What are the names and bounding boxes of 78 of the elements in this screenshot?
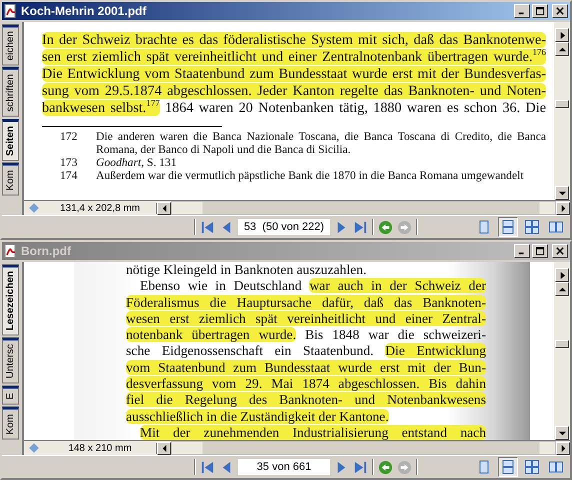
side-tab[interactable]: Seiten bbox=[2, 119, 19, 162]
close-button[interactable] bbox=[552, 4, 568, 18]
footnote-number: 174 bbox=[59, 169, 78, 182]
scroll-down-icon[interactable] bbox=[555, 186, 569, 200]
side-tab[interactable]: Kom bbox=[2, 163, 19, 196]
footnote-text: Die anderen waren die Banca Nazionale Toscana, die Banca Toscana di Credito, die Banca Romana, der Banco di Napoli und die Banca di Sicilia. bbox=[96, 130, 546, 156]
text-line: Mit der zunehmenden Industrialisierung entstand nach bbox=[139, 424, 487, 440]
close-icon bbox=[556, 247, 564, 255]
scroll-thumb[interactable] bbox=[555, 340, 569, 348]
side-tab[interactable]: schriften bbox=[2, 67, 19, 118]
text-line: vom Staatenbund zum Bundesstaat wurde erst mit der Bun- bbox=[126, 360, 487, 376]
text-line: sche Eidgenossenschaft ein Staatenbund. Die Entwicklung bbox=[126, 343, 488, 360]
scroll-right-icon[interactable] bbox=[556, 442, 570, 454]
window-title: Koch-Mehrin 2001.pdf bbox=[21, 4, 146, 18]
page-grid-icon bbox=[525, 460, 539, 474]
horizontal-scrollbar[interactable] bbox=[171, 201, 556, 215]
side-tab[interactable]: eichen bbox=[2, 24, 19, 66]
close-button[interactable] bbox=[552, 244, 568, 258]
facing-continuous-view-button[interactable] bbox=[522, 217, 542, 237]
scroll-left-icon[interactable] bbox=[157, 442, 171, 454]
page-number-field[interactable]: 53 (50 von 222) bbox=[238, 219, 330, 235]
text-line: ausschließlich in die Zuständigkeit der Kantone. bbox=[126, 408, 390, 425]
pdf-file-icon bbox=[4, 4, 18, 18]
side-tab[interactable]: Untersc bbox=[2, 337, 19, 384]
scroll-left-icon[interactable] bbox=[157, 202, 171, 214]
footnote-text: Außerdem war die vermutlich päpstliche Bank die 1870 in die Banca Romana umgewandelt bbox=[96, 169, 525, 182]
pdf-file-icon bbox=[4, 244, 18, 258]
stacked-pages-icon bbox=[501, 220, 515, 234]
footnote-number: 172 bbox=[59, 130, 78, 145]
text-line: desverfassung vom 29. Mai 1874 abgeschlossen. Bis dahin bbox=[126, 376, 487, 392]
vertical-scrollbar[interactable] bbox=[554, 262, 570, 440]
two-pages-icon bbox=[549, 220, 563, 234]
scroll-down-icon[interactable] bbox=[555, 426, 569, 440]
scroll-thumb[interactable] bbox=[555, 100, 569, 108]
close-icon bbox=[556, 7, 564, 15]
vertical-scrollbar[interactable] bbox=[554, 22, 570, 200]
text-line: Ebenso wie in Deutschland war auch in der Schweiz der bbox=[139, 278, 487, 295]
side-tab[interactable]: Lesezeichen bbox=[2, 264, 19, 336]
text-line: bankwesen selbst.$^{177}$ 1864 waren 20 Notenbanken tätig, 1880 waren es schon 36. Die bbox=[42, 100, 546, 117]
single-page-icon bbox=[477, 220, 491, 234]
stacked-pages-icon bbox=[501, 460, 515, 474]
page-grid-icon bbox=[525, 220, 539, 234]
minimize-button[interactable] bbox=[514, 4, 530, 18]
last-page-icon[interactable] bbox=[353, 460, 368, 474]
page-number-field[interactable]: 35 von 661 bbox=[238, 459, 330, 475]
maximize-icon bbox=[536, 6, 544, 16]
continuous-view-button[interactable] bbox=[498, 457, 518, 477]
maximize-icon bbox=[536, 246, 544, 256]
scroll-up-icon[interactable] bbox=[555, 282, 569, 296]
scroll-right-icon[interactable] bbox=[556, 202, 570, 214]
back-icon[interactable] bbox=[378, 220, 393, 234]
scroll-up-icon[interactable] bbox=[555, 42, 569, 56]
text-line: notenbank übertragen wurde. Bis 1848 war die schweizeri- bbox=[126, 327, 487, 344]
single-page-icon bbox=[477, 460, 491, 474]
text-line: Föderalismus die Hauptursache dafür, daß das Banknoten- bbox=[126, 294, 487, 311]
maximize-button[interactable] bbox=[532, 4, 548, 18]
side-tab[interactable]: Kom bbox=[2, 406, 19, 440]
two-pages-icon bbox=[549, 460, 563, 474]
text-line: fiel die Regelung des Banknoten- und Notenbankwesens bbox=[126, 392, 487, 409]
text-line: Die Entwicklung vom Staatenbund zum Bundesstaat wurde erst mit der Bundesverfas- bbox=[42, 66, 546, 83]
last-page-icon[interactable] bbox=[353, 220, 368, 234]
minimize-button[interactable] bbox=[514, 244, 530, 258]
footnote-text: Goodhart, S. 131 bbox=[96, 156, 178, 169]
first-page-icon[interactable] bbox=[200, 220, 215, 234]
footnote-number: 173 bbox=[59, 156, 78, 169]
horizontal-scrollbar[interactable] bbox=[171, 441, 556, 455]
text-line: In der Schweiz brachte es das föderalistische System mit sich, daß das Banknotenwe- bbox=[42, 32, 546, 49]
continuous-view-button[interactable] bbox=[498, 217, 518, 237]
back-icon[interactable] bbox=[378, 460, 393, 474]
side-tab[interactable]: E bbox=[2, 386, 19, 405]
first-page-icon[interactable] bbox=[200, 460, 215, 474]
text-line: nötige Kleingeld in Banknoten auszuzahlen. bbox=[126, 262, 368, 278]
window-title: Born.pdf bbox=[21, 244, 71, 258]
text-line: sen erst ziemlich spät vereinheitlicht und einer Zentralnotenbank übertragen wurde.$^{176}$ bbox=[42, 49, 546, 66]
maximize-button[interactable] bbox=[532, 244, 548, 258]
facing-continuous-view-button[interactable] bbox=[522, 457, 542, 477]
text-line: sung vom 29.5.1874 abgeschlossen. Jeder Kanton regelte das Banknoten- und Noten- bbox=[42, 83, 546, 100]
text-line: wesen erst ziemlich spät vereinheitlicht und einer Zentral- bbox=[126, 310, 487, 328]
